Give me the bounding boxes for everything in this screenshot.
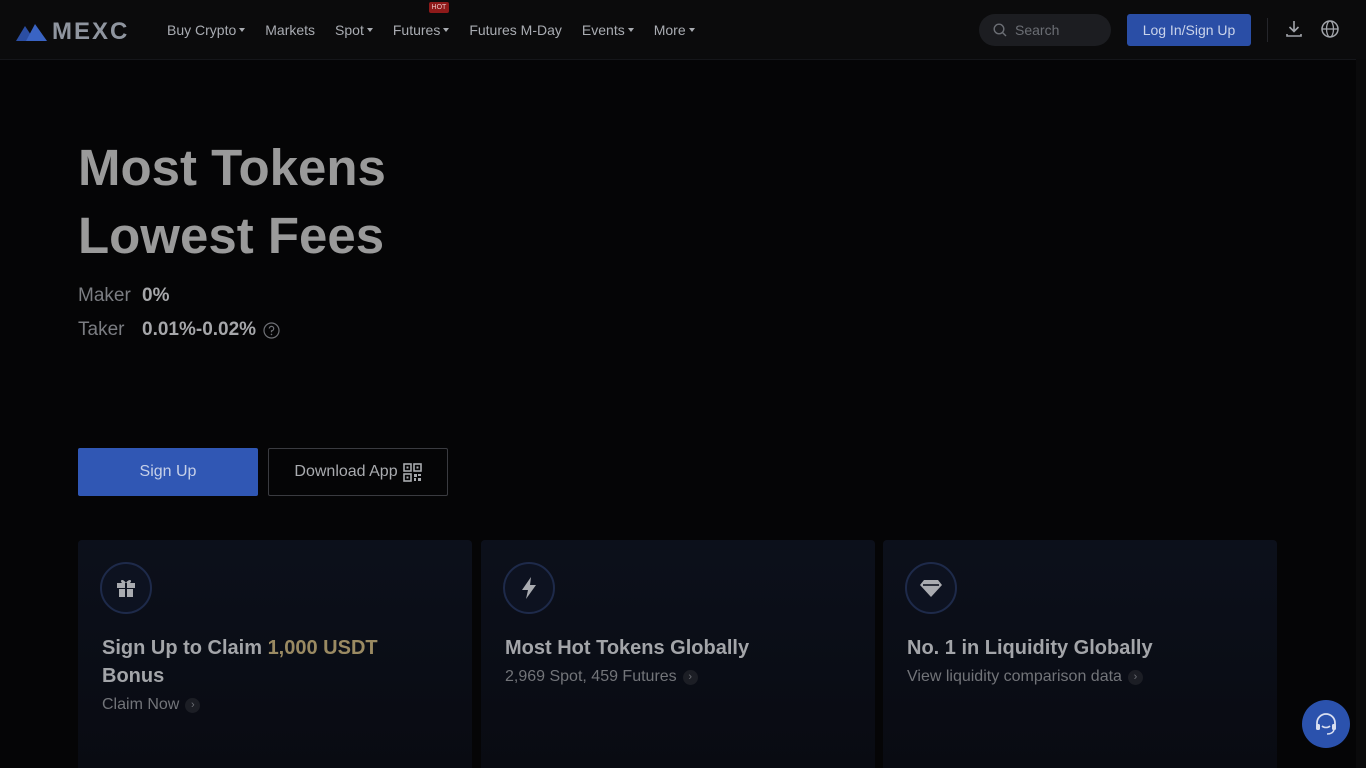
nav-markets-label: Markets — [265, 21, 316, 38]
chevron-right-icon: › — [185, 697, 201, 713]
mexc-logo-text: MEXC — [52, 18, 130, 45]
maker-label: Maker — [78, 285, 131, 306]
search-icon — [993, 23, 1007, 37]
header-divider — [1267, 18, 1268, 42]
nav-spot[interactable]: Spot — [335, 22, 373, 38]
hot-badge: HOT — [428, 1, 450, 13]
sign-up-button[interactable]: Sign Up — [78, 448, 258, 496]
nav-events[interactable]: Events — [582, 22, 634, 38]
hero-title-line2: Lowest Fees — [78, 207, 385, 264]
nav-more-label: More — [653, 21, 686, 38]
mexc-logo-icon — [16, 24, 47, 41]
tokens-count-label: 2,969 Spot, 459 Futures — [505, 668, 677, 685]
chevron-down-icon — [366, 27, 373, 32]
mexc-logo[interactable]: MEXC — [16, 18, 129, 46]
nav-events-label: Events — [581, 21, 625, 38]
bonus-amount: 1,000 USDT — [267, 637, 378, 659]
download-app-button[interactable]: Download App — [268, 448, 448, 496]
hero-title-line1: Most Tokens — [78, 139, 386, 196]
nav-more[interactable]: More — [654, 22, 695, 38]
nav-buy-crypto[interactable]: Buy Crypto — [167, 21, 246, 38]
diamond-icon — [905, 562, 957, 614]
hot-tokens-card-title: Most Hot Tokens Globally — [505, 637, 750, 659]
search-box[interactable] — [979, 14, 1111, 46]
taker-fee-row: Taker 0.01%-0.02% — [78, 319, 280, 341]
feature-card-hot-tokens: Most Hot Tokens Globally 2,969 Spot, 459… — [481, 540, 875, 768]
chevron-down-icon — [627, 27, 634, 32]
gift-icon — [100, 562, 152, 614]
bonus-card-title: Sign Up to Claim 1,000 USDT Bonus — [102, 634, 442, 690]
chevron-down-icon — [688, 27, 695, 32]
chevron-down-icon — [443, 27, 450, 32]
bonus-title-suffix: Bonus — [102, 665, 165, 687]
chevron-right-icon: › — [1127, 669, 1143, 685]
bonus-title-prefix: Sign Up to Claim — [102, 637, 268, 659]
download-app-label: Download App — [294, 463, 398, 480]
nav-futures-label: Futures — [392, 21, 441, 38]
taker-value: 0.01%-0.02% — [142, 319, 257, 340]
chevron-down-icon — [239, 27, 246, 32]
liquidity-comparison-label: View liquidity comparison data — [907, 668, 1122, 685]
maker-value: 0% — [142, 285, 170, 306]
claim-now-link[interactable]: Claim Now › — [102, 696, 201, 714]
headset-icon[interactable] — [1302, 700, 1350, 748]
nav-futures-m-day[interactable]: Futures M-Day — [469, 22, 562, 38]
liquidity-comparison-link[interactable]: View liquidity comparison data › — [907, 668, 1143, 686]
liquidity-card-title: No. 1 in Liquidity Globally — [907, 637, 1153, 659]
nav-markets[interactable]: Markets — [265, 22, 315, 38]
search-input[interactable] — [1013, 21, 1097, 39]
page-scrollbar[interactable] — [1356, 59, 1366, 768]
chevron-right-icon: › — [682, 669, 698, 685]
taker-label: Taker — [78, 319, 125, 340]
hero-title: Most Tokens Lowest Fees — [78, 134, 386, 270]
login-signup-button[interactable]: Log In/Sign Up — [1127, 14, 1251, 46]
feature-card-bonus: Sign Up to Claim 1,000 USDT Bonus Claim … — [78, 540, 472, 768]
tokens-count-link[interactable]: 2,969 Spot, 459 Futures › — [505, 668, 698, 686]
download-icon[interactable] — [1284, 19, 1304, 39]
qr-code-icon — [402, 462, 422, 482]
nav-futures[interactable]: HOT Futures — [392, 1, 450, 38]
nav-futures-m-day-label: Futures M-Day — [469, 21, 562, 38]
main-nav: Buy Crypto Markets Spot HOT Futures Futu… — [167, 0, 715, 59]
nav-spot-label: Spot — [335, 21, 364, 38]
nav-buy-crypto-label: Buy Crypto — [167, 21, 237, 38]
top-navigation-bar: MEXC Buy Crypto Markets Spot HOT Futures… — [0, 0, 1366, 60]
feature-card-liquidity: No. 1 in Liquidity Globally View liquidi… — [883, 540, 1277, 768]
maker-fee-row: Maker 0% — [78, 285, 169, 307]
claim-now-label: Claim Now — [102, 696, 180, 713]
help-icon[interactable] — [263, 321, 280, 339]
globe-icon[interactable] — [1320, 19, 1340, 39]
lightning-icon — [503, 562, 555, 614]
